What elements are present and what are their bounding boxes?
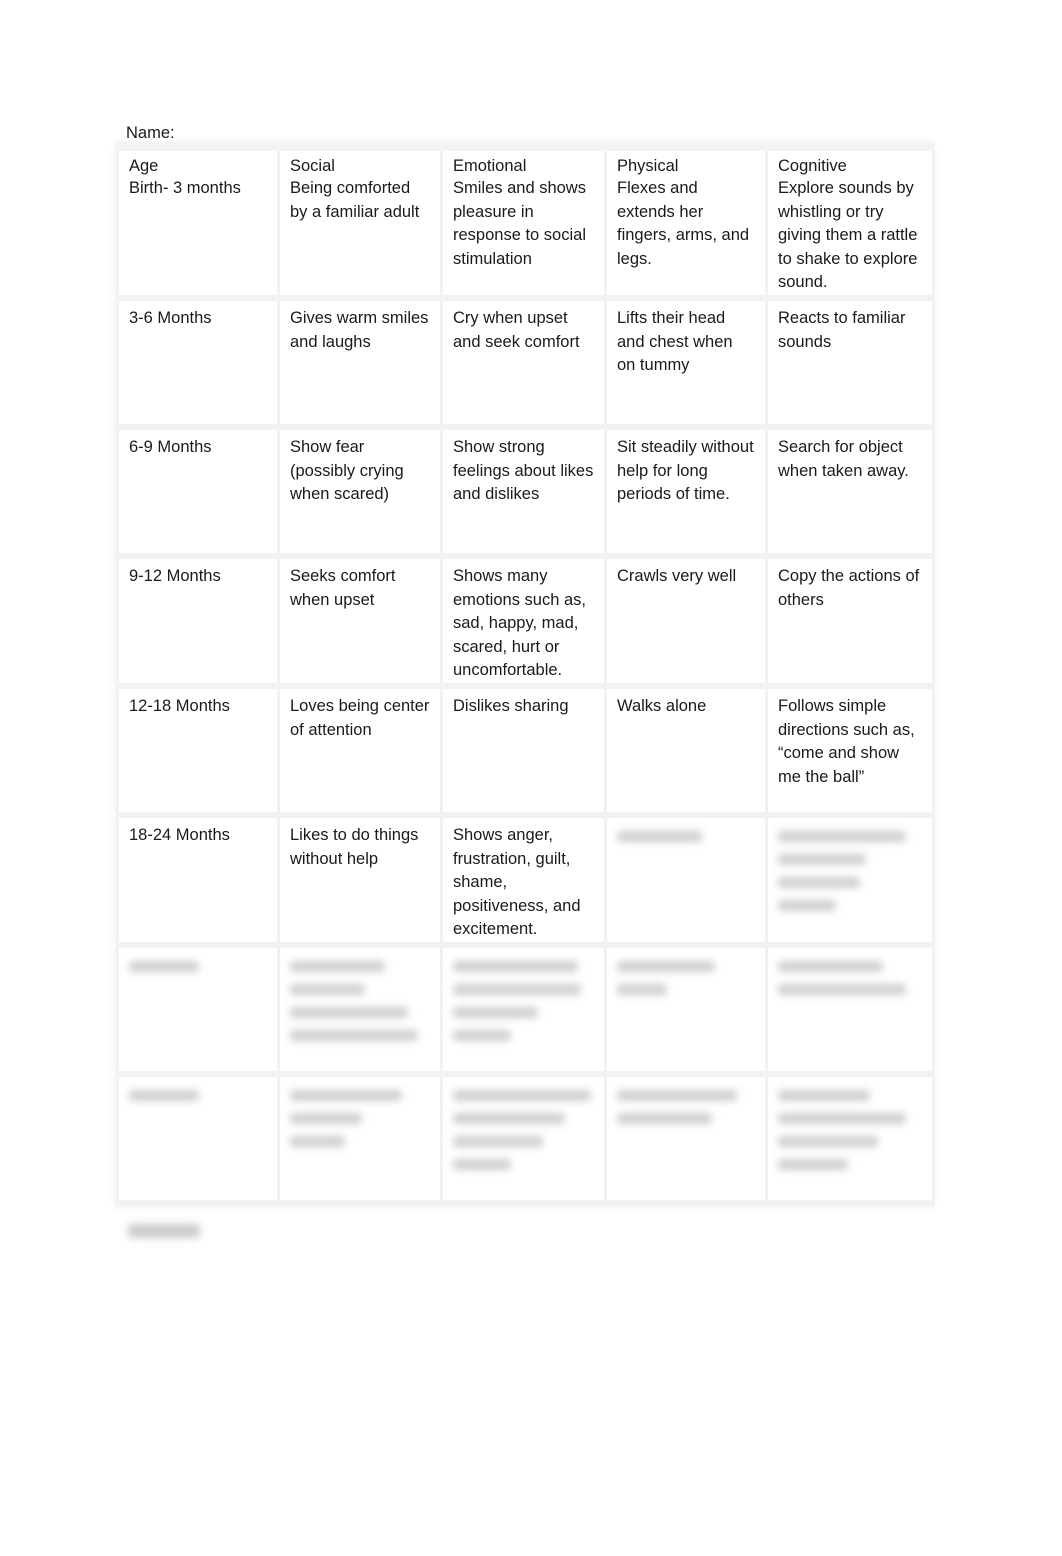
- table-row: 3-6 Months Gives warm smiles and laughs …: [116, 297, 935, 430]
- cell-physical-obscured: [604, 1073, 768, 1206]
- obscured-text: [453, 1158, 511, 1170]
- cell-physical: Flexes and extends her fingers, arms, an…: [604, 177, 768, 301]
- obscured-text: [778, 1135, 878, 1147]
- cell-emotional: Shows many emotions such as, sad, happy,…: [440, 555, 607, 689]
- cell-emotional: Shows anger, frustration, guilt, shame, …: [440, 814, 607, 948]
- obscured-text: [453, 1135, 543, 1147]
- obscured-text: [778, 830, 906, 842]
- obscured-text: [453, 1089, 591, 1101]
- obscured-text: [290, 1089, 402, 1101]
- cell-age: 9-12 Months: [116, 555, 280, 689]
- obscured-text: [778, 853, 866, 865]
- cell-physical-obscured: [604, 814, 768, 948]
- cell-physical: Crawls very well: [604, 555, 768, 689]
- cell-social: Loves being center of attention: [277, 685, 443, 818]
- column-header-age: Age: [116, 143, 280, 177]
- cell-age: 18-24 Months: [116, 814, 280, 948]
- document-page: Name: Age Social Emotional Physical Cogn…: [0, 0, 1062, 1556]
- cell-emotional: Dislikes sharing: [440, 685, 607, 818]
- cell-age-obscured: [116, 944, 280, 1077]
- obscured-text: [290, 960, 385, 972]
- cell-cognitive: Copy the actions of others: [765, 555, 935, 689]
- column-header-cognitive: Cognitive: [765, 143, 935, 177]
- obscured-text: [778, 1112, 906, 1124]
- table-row: 9-12 Months Seeks comfort when upset Sho…: [116, 555, 935, 689]
- obscured-text: [617, 830, 702, 842]
- obscured-text: [290, 1135, 345, 1147]
- table-row: 18-24 Months Likes to do things without …: [116, 814, 935, 948]
- obscured-text: [290, 1029, 418, 1041]
- cell-social: Seeks comfort when upset: [277, 555, 443, 689]
- obscured-text: [453, 1006, 538, 1018]
- obscured-text: [617, 983, 667, 995]
- obscured-text: [453, 1029, 511, 1041]
- cell-cognitive-obscured: [765, 944, 935, 1077]
- obscured-text: [453, 983, 581, 995]
- cell-cognitive: Explore sounds by whistling or try givin…: [765, 177, 935, 301]
- cell-cognitive-obscured: [765, 1073, 935, 1206]
- cell-age: 6-9 Months: [116, 426, 280, 559]
- cell-social: Being comforted by a familiar adult: [277, 177, 443, 301]
- obscured-footer-text: [128, 1224, 200, 1238]
- table-row-obscured: [116, 944, 935, 1077]
- cell-cognitive-obscured: [765, 814, 935, 948]
- cell-cognitive: Follows simple directions such as, “come…: [765, 685, 935, 818]
- cell-physical-obscured: [604, 944, 768, 1077]
- obscured-text: [778, 983, 906, 995]
- cell-emotional: Show strong feelings about likes and dis…: [440, 426, 607, 559]
- cell-social-obscured: [277, 944, 443, 1077]
- obscured-text: [129, 1089, 199, 1101]
- cell-emotional-obscured: [440, 1073, 607, 1206]
- cell-physical: Lifts their head and chest when on tummy: [604, 297, 768, 430]
- obscured-text: [778, 876, 860, 888]
- obscured-text: [290, 1112, 362, 1124]
- obscured-text: [617, 1089, 737, 1101]
- obscured-text: [290, 1006, 408, 1018]
- obscured-text: [617, 960, 715, 972]
- obscured-text: [129, 960, 199, 972]
- column-header-social: Social: [277, 143, 443, 177]
- cell-cognitive: Reacts to familiar sounds: [765, 297, 935, 430]
- cell-age: 3-6 Months: [116, 297, 280, 430]
- cell-age-obscured: [116, 1073, 280, 1206]
- column-header-physical: Physical: [604, 143, 768, 177]
- obscured-text: [778, 1158, 848, 1170]
- obscured-text: [778, 1089, 870, 1101]
- obscured-text: [778, 899, 836, 911]
- cell-physical: Walks alone: [604, 685, 768, 818]
- table-row-obscured: [116, 1073, 935, 1206]
- development-table: Age Social Emotional Physical Cognitive …: [116, 143, 935, 1206]
- cell-age: 12-18 Months: [116, 685, 280, 818]
- name-label: Name:: [126, 124, 175, 142]
- table-row: Birth- 3 months Being comforted by a fam…: [116, 177, 935, 301]
- table-row: 12-18 Months Loves being center of atten…: [116, 685, 935, 818]
- cell-social: Show fear (possibly crying when scared): [277, 426, 443, 559]
- cell-physical: Sit steadily without help for long perio…: [604, 426, 768, 559]
- obscured-text: [453, 960, 578, 972]
- obscured-text: [617, 1112, 712, 1124]
- table-row: 6-9 Months Show fear (possibly crying wh…: [116, 426, 935, 559]
- column-header-emotional: Emotional: [440, 143, 607, 177]
- obscured-text: [453, 1112, 565, 1124]
- obscured-text: [290, 983, 365, 995]
- table-header-row: Age Social Emotional Physical Cognitive: [116, 143, 935, 177]
- cell-social: Likes to do things without help: [277, 814, 443, 948]
- cell-cognitive: Search for object when taken away.: [765, 426, 935, 559]
- cell-social-obscured: [277, 1073, 443, 1206]
- cell-emotional: Smiles and shows pleasure in response to…: [440, 177, 607, 301]
- cell-emotional: Cry when upset and seek comfort: [440, 297, 607, 430]
- cell-social: Gives warm smiles and laughs: [277, 297, 443, 430]
- cell-emotional-obscured: [440, 944, 607, 1077]
- obscured-text: [778, 960, 883, 972]
- cell-age: Birth- 3 months: [116, 177, 280, 301]
